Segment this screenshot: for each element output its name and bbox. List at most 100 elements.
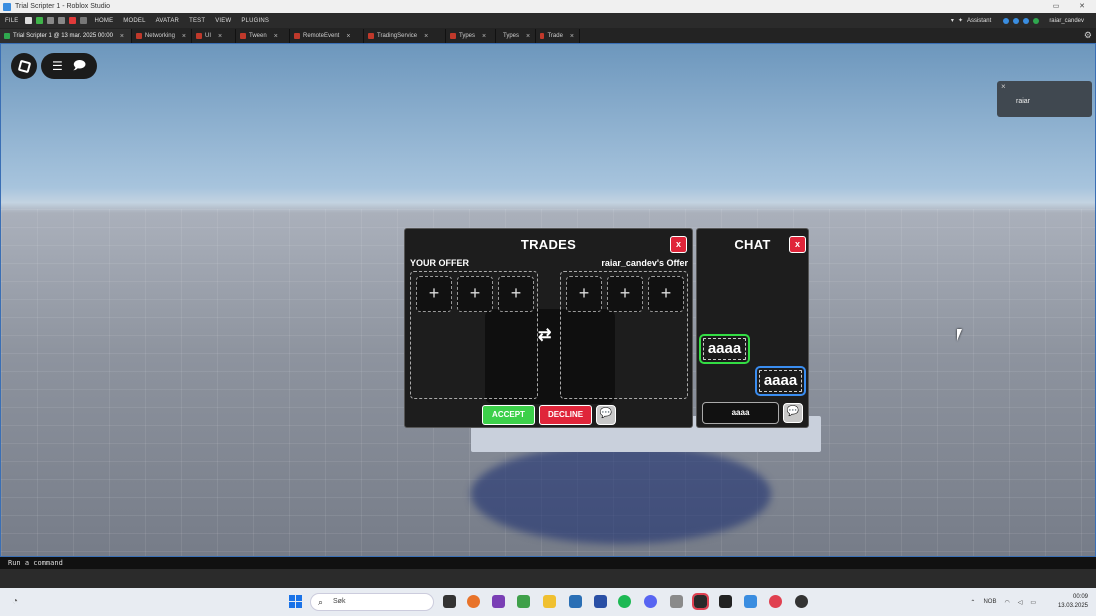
task-view-icon[interactable]	[443, 595, 456, 608]
github-icon[interactable]	[795, 595, 808, 608]
clock-time: 00:09	[1072, 594, 1088, 600]
roblox-studio-icon[interactable]	[692, 593, 709, 610]
wifi-icon[interactable]: ◠	[1004, 599, 1009, 606]
redo-icon[interactable]	[58, 17, 66, 24]
assistant-icon[interactable]: ✦	[958, 17, 963, 24]
file-explorer-icon[interactable]	[543, 595, 556, 608]
customize-icon[interactable]	[80, 17, 88, 24]
weather-icon[interactable]: ◔	[12, 596, 18, 607]
place-icon	[4, 33, 10, 39]
app-icon[interactable]	[517, 595, 530, 608]
offer-slot[interactable]: +	[498, 276, 534, 312]
menu-test[interactable]: TEST	[184, 18, 210, 24]
hamburger-icon[interactable]: ☰	[52, 59, 63, 73]
system-tray: ⌃ NOB ◠ ◁ ▭	[970, 588, 1036, 616]
undo-icon[interactable]	[47, 17, 55, 24]
discord-icon[interactable]	[644, 595, 657, 608]
decline-button[interactable]: DECLINE	[539, 405, 592, 425]
chat-bubble-icon[interactable]: 💬	[596, 405, 616, 425]
chat-toggle-icon[interactable]: 🗩	[73, 56, 86, 77]
gear-icon[interactable]: ⚙	[1084, 30, 1092, 41]
chevron-up-icon[interactable]: ⌃	[970, 599, 975, 606]
tab-script[interactable]: RemoteEvent ×	[290, 29, 364, 43]
close-trades-button[interactable]: x	[670, 236, 687, 253]
offer-slot[interactable]: +	[648, 276, 684, 312]
tab-place[interactable]: Trial Scripter 1 @ 13 mar. 2025 00:00 ×	[0, 29, 132, 43]
language-indicator[interactable]: NOB	[983, 599, 996, 605]
accept-button[interactable]: ACCEPT	[482, 405, 535, 425]
close-icon[interactable]: ×	[1001, 82, 1006, 91]
tab-script[interactable]: TradingService ×	[364, 29, 446, 43]
close-window-icon[interactable]: ✕	[1072, 0, 1092, 13]
mail-icon[interactable]	[569, 595, 582, 608]
platform-shadow	[471, 444, 771, 544]
script-icon	[540, 33, 545, 39]
close-icon[interactable]: ×	[346, 33, 350, 40]
tab-script[interactable]: Types ×	[496, 29, 536, 43]
send-chat-icon[interactable]: 💬	[783, 403, 803, 423]
volume-icon[interactable]: ◁	[1018, 599, 1023, 606]
close-icon[interactable]: ×	[424, 33, 428, 40]
battery-icon[interactable]: ▭	[1030, 599, 1036, 606]
tab-script[interactable]: Trade ×	[536, 29, 580, 43]
notification-icon[interactable]	[1003, 17, 1010, 24]
spotify-icon[interactable]	[618, 595, 631, 608]
close-icon[interactable]: ×	[274, 33, 278, 40]
menu-avatar[interactable]: AVATAR	[151, 18, 184, 24]
assistant-button[interactable]: Assistant	[967, 18, 991, 24]
chat-message-other: aaaa	[755, 366, 806, 396]
minimize-icon[interactable]: ▭	[1046, 0, 1066, 13]
player-toast: × raiar	[997, 81, 1092, 117]
browser-icon[interactable]	[467, 595, 480, 608]
menu-plugins[interactable]: PLUGINS	[236, 18, 274, 24]
close-icon[interactable]: ×	[182, 33, 186, 40]
menu-home[interactable]: HOME	[89, 18, 118, 24]
app-icon[interactable]	[594, 595, 607, 608]
menu-view[interactable]: VIEW	[210, 18, 236, 24]
menu-file[interactable]: FILE	[0, 18, 23, 24]
tab-script[interactable]: UI ×	[192, 29, 236, 43]
roblox-menu-button[interactable]	[11, 53, 37, 79]
cloud-icon[interactable]	[1023, 17, 1030, 24]
app-icon[interactable]	[719, 595, 732, 608]
game-viewport[interactable]: ☰ 🗩 × raiar TRADES x YOUR OFFER raiar_ca…	[0, 43, 1096, 557]
app-icon[interactable]	[492, 595, 505, 608]
app-icon[interactable]	[744, 595, 757, 608]
tab-script[interactable]: Tween ×	[236, 29, 290, 43]
close-icon[interactable]: ×	[526, 33, 530, 40]
offer-slot[interactable]: +	[607, 276, 643, 312]
command-bar[interactable]: Run a command	[0, 557, 1096, 569]
app-icon[interactable]	[670, 595, 683, 608]
mouse-cursor-icon	[957, 329, 962, 341]
close-icon[interactable]: ×	[218, 33, 222, 40]
close-icon[interactable]: ×	[120, 33, 124, 40]
chat-input[interactable]: aaaa	[702, 402, 779, 424]
clock[interactable]: 00:09 13.03.2025	[1058, 593, 1088, 611]
clock-date: 13.03.2025	[1057, 603, 1088, 609]
script-icon	[136, 33, 142, 39]
close-icon[interactable]: ×	[570, 33, 574, 40]
taskbar-search[interactable]: ⌕ Søk	[310, 593, 434, 611]
menu-model[interactable]: MODEL	[118, 18, 150, 24]
stop-icon[interactable]	[69, 17, 77, 24]
new-file-icon[interactable]	[25, 17, 33, 24]
offer-slot[interactable]: +	[457, 276, 493, 312]
share-icon[interactable]	[1033, 17, 1040, 24]
tab-script[interactable]: Types ×	[446, 29, 496, 43]
info-icon[interactable]	[1013, 17, 1020, 24]
offer-slot[interactable]: +	[566, 276, 602, 312]
script-icon	[450, 33, 456, 39]
user-name[interactable]: raiar_candev	[1049, 18, 1084, 24]
start-icon[interactable]	[289, 595, 302, 608]
swap-icon: ⇄	[538, 327, 552, 344]
close-chat-button[interactable]: x	[789, 236, 806, 253]
player-name: raiar	[1016, 98, 1031, 105]
window-title: Trial Scripter 1 - Roblox Studio	[15, 3, 111, 10]
play-icon[interactable]	[36, 17, 44, 24]
offer-slot[interactable]: +	[416, 276, 452, 312]
chevron-down-icon[interactable]: ▾	[951, 17, 954, 24]
tab-script[interactable]: Networking ×	[132, 29, 192, 43]
opera-icon[interactable]	[769, 595, 782, 608]
close-icon[interactable]: ×	[482, 33, 486, 40]
document-tabs: Trial Scripter 1 @ 13 mar. 2025 00:00 × N…	[0, 28, 1096, 43]
